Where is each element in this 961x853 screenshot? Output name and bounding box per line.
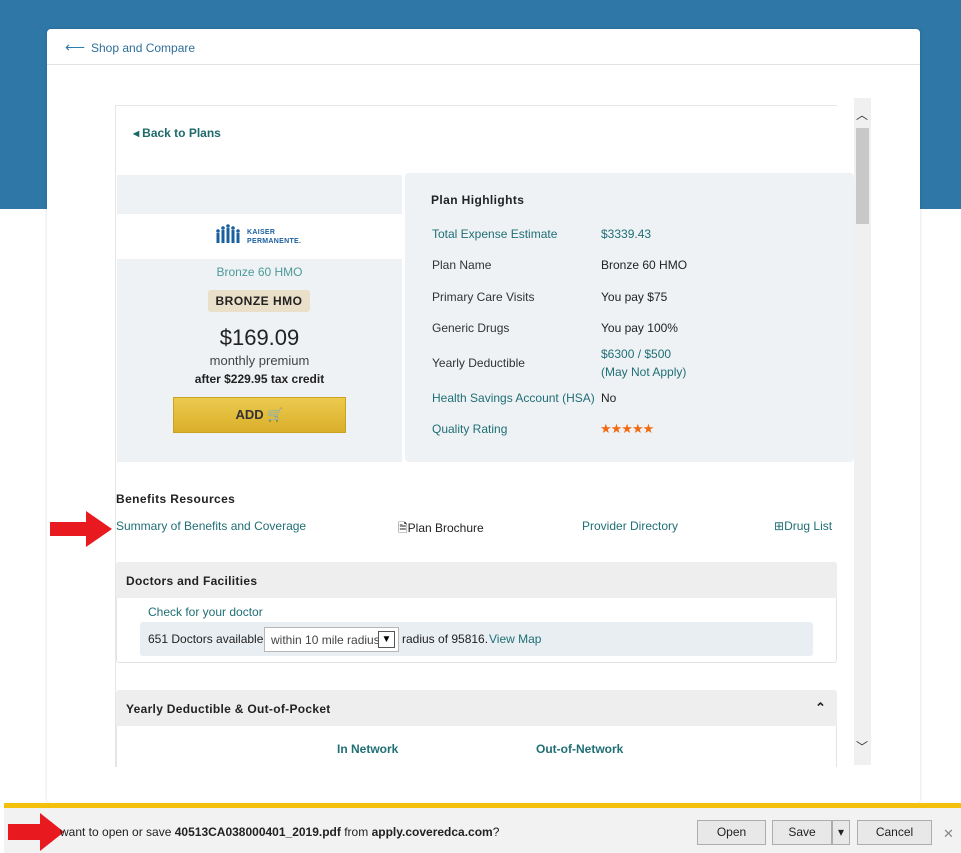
quality-rating-stars-icon: ★★★★★ — [600, 421, 654, 436]
in-network-header: In Network — [337, 742, 399, 756]
medkit-icon: ⊞ — [774, 519, 785, 533]
plan-highlights-panel — [405, 173, 854, 462]
tax-credit-text: after $229.95 tax credit — [194, 372, 325, 386]
primary-care-value: You pay $75 — [601, 290, 668, 304]
summary-of-benefits-link[interactable]: Summary of Benefits and Coverage — [116, 519, 306, 533]
out-of-network-header: Out-of-Network — [536, 742, 624, 756]
download-message: want to open or save 40513CA038000401_20… — [60, 825, 500, 839]
carrier-logo-text: KAISER PERMANENTE. — [247, 229, 302, 245]
yearly-deductible-label: Yearly Deductible — [432, 356, 525, 370]
primary-care-label: Primary Care Visits — [432, 290, 535, 304]
generic-drugs-label: Generic Drugs — [432, 321, 510, 335]
deductible-panel-body — [116, 726, 837, 767]
metal-tier-badge: BRONZE HMO — [208, 290, 310, 312]
drug-list-link[interactable]: ⊞Drug List — [774, 519, 832, 533]
hsa-value: No — [601, 391, 617, 405]
deductible-title: Yearly Deductible & Out-of-Pocket — [126, 702, 331, 716]
back-to-plans-link[interactable]: ◀ Back to Plans — [133, 126, 221, 140]
red-arrow-icon — [50, 511, 112, 547]
total-expense-label[interactable]: Total Expense Estimate — [432, 227, 557, 241]
yearly-deductible-value[interactable]: $6300 / $500 — [601, 347, 671, 361]
save-dropdown-chevron-icon[interactable]: ▾ — [832, 820, 850, 845]
total-expense-value[interactable]: $3339.43 — [601, 227, 651, 241]
close-icon[interactable]: ✕ — [943, 826, 954, 842]
plan-brochure-link[interactable]: 🗎Plan Brochure — [398, 519, 484, 540]
check-doctor-link[interactable]: Check for your doctor — [148, 605, 263, 619]
open-button[interactable]: Open — [697, 820, 766, 845]
premium-label: monthly premium — [209, 353, 310, 368]
chevron-down-icon[interactable]: ▼ — [378, 631, 395, 648]
monthly-price: $169.09 — [219, 325, 300, 350]
radius-text: radius of 95816. — [402, 632, 489, 646]
generic-drugs-value: You pay 100% — [601, 321, 678, 335]
deductible-note[interactable]: (May Not Apply) — [601, 365, 686, 379]
plan-name-label: Plan Name — [432, 258, 492, 272]
doctors-count: 651 Doctors available — [148, 632, 264, 646]
view-map-link[interactable]: View Map — [489, 632, 541, 646]
provider-directory-link[interactable]: Provider Directory — [582, 519, 678, 533]
scrollbar-thumb[interactable] — [856, 128, 869, 224]
red-arrow-icon — [8, 813, 64, 851]
plan-highlights-title: Plan Highlights — [431, 193, 525, 207]
doctors-title: Doctors and Facilities — [126, 574, 258, 588]
cancel-button[interactable]: Cancel — [857, 820, 932, 845]
scroll-up-icon[interactable]: ︿ — [856, 106, 868, 123]
caret-left-icon: ◀ — [133, 129, 140, 138]
plan-name-value: Bronze 60 HMO — [601, 258, 688, 272]
add-plan-button[interactable]: ADD 🛒 — [173, 397, 346, 433]
document-icon: 🗎 — [398, 521, 408, 535]
back-arrow-icon[interactable]: ⟵ — [65, 40, 85, 54]
save-button[interactable]: Save — [772, 820, 832, 845]
hsa-label[interactable]: Health Savings Account (HSA) — [432, 391, 595, 405]
scroll-down-icon[interactable]: ﹀ — [856, 738, 868, 755]
top-nav: ⟵ Shop and Compare — [47, 29, 920, 65]
plan-name-link[interactable]: Bronze 60 HMO — [117, 265, 402, 279]
cart-icon: 🛒 — [267, 407, 284, 422]
benefits-resources-title: Benefits Resources — [116, 492, 236, 506]
shop-and-compare-link[interactable]: Shop and Compare — [91, 41, 195, 55]
radius-select[interactable]: within 10 mile radius ▼ — [264, 627, 399, 652]
quality-rating-label[interactable]: Quality Rating — [432, 422, 507, 436]
kaiser-logo-icon — [216, 224, 240, 243]
collapse-caret-icon[interactable]: ⌃ — [815, 700, 826, 716]
